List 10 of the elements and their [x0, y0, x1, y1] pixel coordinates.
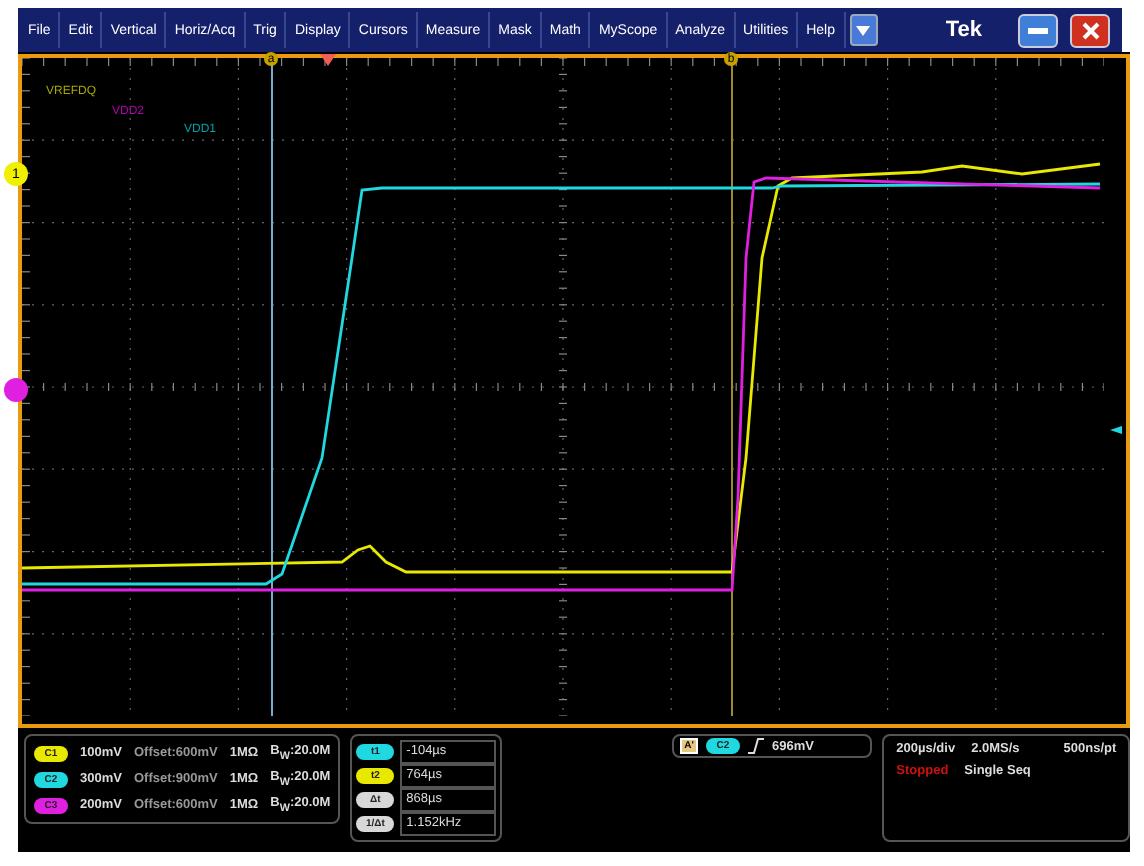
minimize-button[interactable] [1018, 13, 1058, 47]
close-icon [1081, 21, 1099, 39]
caret-icon [856, 25, 871, 35]
close-button[interactable] [1070, 13, 1110, 47]
minimize-icon [1028, 27, 1048, 33]
dropdown-button[interactable] [849, 14, 878, 46]
rising-edge-icon [747, 738, 764, 754]
channel-marker[interactable] [4, 378, 28, 402]
trigger-level-icon [1110, 426, 1123, 434]
brand-logo: Tek [945, 18, 982, 42]
